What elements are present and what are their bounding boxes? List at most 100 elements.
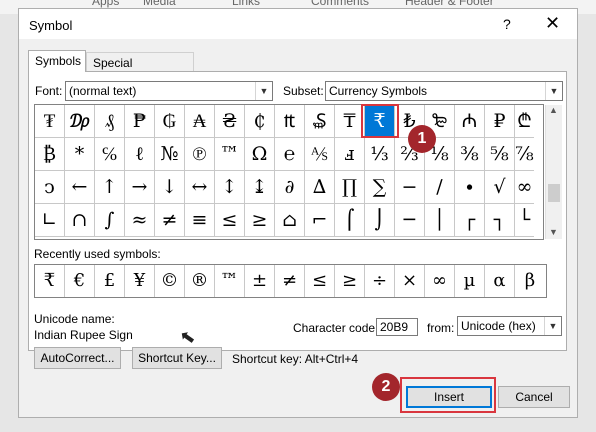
symbol-cell[interactable]: ₰ [95,105,125,138]
recent-symbol-cell[interactable]: β [515,265,545,297]
recent-symbol-cell[interactable]: ∞ [425,265,455,297]
ribbon-tab-media[interactable]: Media [143,0,176,8]
symbol-cell[interactable]: ∕ [425,171,455,204]
symbol-cell[interactable]: ↑ [95,171,125,204]
symbol-cell[interactable]: ┐ [485,204,515,237]
symbol-cell[interactable]: ⅓ [365,138,395,171]
symbol-cell[interactable]: ₯ [65,105,95,138]
symbol-cell[interactable]: ₷ [305,105,335,138]
shortcut-key-button[interactable]: Shortcut Key... [132,347,222,369]
subset-select[interactable]: Currency Symbols ▼ [325,81,563,101]
ribbon-tab-apps[interactable]: Apps [92,0,119,8]
symbol-cell[interactable]: ≠ [155,204,185,237]
recent-symbol-cell[interactable]: ≥ [335,265,365,297]
symbol-cell[interactable]: ℗ [185,138,215,171]
symbol-cell[interactable]: ⅞ [515,138,534,171]
symbol-cell[interactable]: ⅎ [335,138,365,171]
symbol-cell[interactable]: ∆ [305,171,335,204]
symbol-cell[interactable]: ₴ [215,105,245,138]
symbol-cell[interactable]: ⅜ [455,138,485,171]
symbol-cell[interactable]: ₽ [485,105,515,138]
recent-symbol-cell[interactable]: £ [95,265,125,297]
symbol-cell[interactable]: ∑ [365,171,395,204]
recent-symbol-cell[interactable]: µ [455,265,485,297]
symbol-cell[interactable]: − [395,171,425,204]
symbol-cell[interactable]: ↨ [245,171,275,204]
symbol-cell[interactable]: ↓ [155,171,185,204]
insert-button[interactable]: Insert [406,386,492,408]
symbol-cell[interactable]: ← [65,171,95,204]
symbol-cell[interactable]: ↔ [185,171,215,204]
symbol-cell[interactable]: ∏ [335,171,365,204]
symbol-cell[interactable]: ₹ [365,105,395,138]
autocorrect-button[interactable]: AutoCorrect... [34,347,121,369]
recent-symbol-cell[interactable]: ₹ [35,265,65,297]
symbol-cell[interactable]: ₿ [35,138,65,171]
symbol-cell[interactable]: ∟ [35,204,65,237]
symbol-cell[interactable]: ≡ [185,204,215,237]
symbol-cell[interactable]: ⌂ [275,204,305,237]
symbol-cell[interactable]: ₮ [35,105,65,138]
font-select[interactable]: (normal text) ▼ [65,81,273,101]
symbol-cell[interactable]: ₳ [185,105,215,138]
symbol-cell[interactable]: ≈ [125,204,155,237]
recent-symbol-cell[interactable]: ≤ [305,265,335,297]
recent-symbol-cell[interactable]: ± [245,265,275,297]
symbol-cell[interactable]: ∙ [455,171,485,204]
close-button[interactable]: ✕ [545,13,560,34]
symbol-cell[interactable]: └ [515,204,534,237]
symbol-cell[interactable]: Ω [245,138,275,171]
symbol-cell[interactable]: ₾ [515,105,534,138]
symbol-cell[interactable]: ™ [215,138,245,171]
symbol-cell[interactable]: ₶ [275,105,305,138]
scrollbar-thumb[interactable] [548,184,560,202]
character-code-input[interactable]: 20B9 [376,318,418,336]
symbol-cell[interactable]: │ [425,204,455,237]
symbol-cell[interactable]: № [155,138,185,171]
symbol-cell[interactable]: √ [485,171,515,204]
symbol-cell[interactable]: ℮ [275,138,305,171]
symbol-cell[interactable]: ∩ [65,204,95,237]
recent-symbol-cell[interactable]: ¥ [125,265,155,297]
ribbon-tab-links[interactable]: Links [232,0,260,8]
symbol-cell[interactable]: ≥ [245,204,275,237]
symbol-cell[interactable]: → [125,171,155,204]
symbol-cell[interactable]: ℅ [95,138,125,171]
symbol-cell[interactable]: ─ [395,204,425,237]
symbol-cell[interactable]: ↄ [35,171,65,204]
symbol-cell[interactable]: ∂ [275,171,305,204]
symbol-cell[interactable]: ┌ [455,204,485,237]
help-button[interactable]: ? [503,16,511,32]
scroll-down-icon[interactable]: ▼ [549,227,558,237]
recent-symbol-cell[interactable]: ≠ [275,265,305,297]
symbol-cell[interactable]: ⌠ [335,204,365,237]
tab-special-characters[interactable]: Special Characters [86,52,194,90]
tab-symbols[interactable]: Symbols [28,50,86,72]
symbol-cell[interactable]: ₱ [125,105,155,138]
ribbon-tab-comments[interactable]: Comments [311,0,369,8]
cancel-button[interactable]: Cancel [498,386,570,408]
recent-symbol-cell[interactable]: × [395,265,425,297]
symbol-cell[interactable]: ₸ [335,105,365,138]
recent-symbol-cell[interactable]: α [485,265,515,297]
recent-symbol-cell[interactable]: © [155,265,185,297]
symbol-cell[interactable]: ₼ [455,105,485,138]
symbol-cell[interactable]: ℓ [125,138,155,171]
symbol-cell[interactable]: * [65,138,95,171]
symbol-cell[interactable]: ⅝ [485,138,515,171]
recent-symbol-cell[interactable]: ™ [215,265,245,297]
symbol-cell[interactable]: ↕ [215,171,245,204]
symbol-cell[interactable]: ⌐ [305,204,335,237]
symbol-cell[interactable]: ⅍ [305,138,335,171]
symbol-cell[interactable]: ∞ [515,171,534,204]
symbol-grid-scrollbar[interactable]: ▲ ▼ [545,105,562,239]
symbol-cell[interactable]: ₵ [245,105,275,138]
symbol-cell[interactable]: ≤ [215,204,245,237]
scroll-up-icon[interactable]: ▲ [549,105,558,115]
recent-symbol-cell[interactable]: ÷ [365,265,395,297]
symbol-cell[interactable]: ₲ [155,105,185,138]
recent-symbol-cell[interactable]: € [65,265,95,297]
ribbon-tab-header-footer[interactable]: Header & Footer [405,0,494,8]
symbol-cell[interactable]: ⌡ [365,204,395,237]
recent-symbol-cell[interactable]: ® [185,265,215,297]
